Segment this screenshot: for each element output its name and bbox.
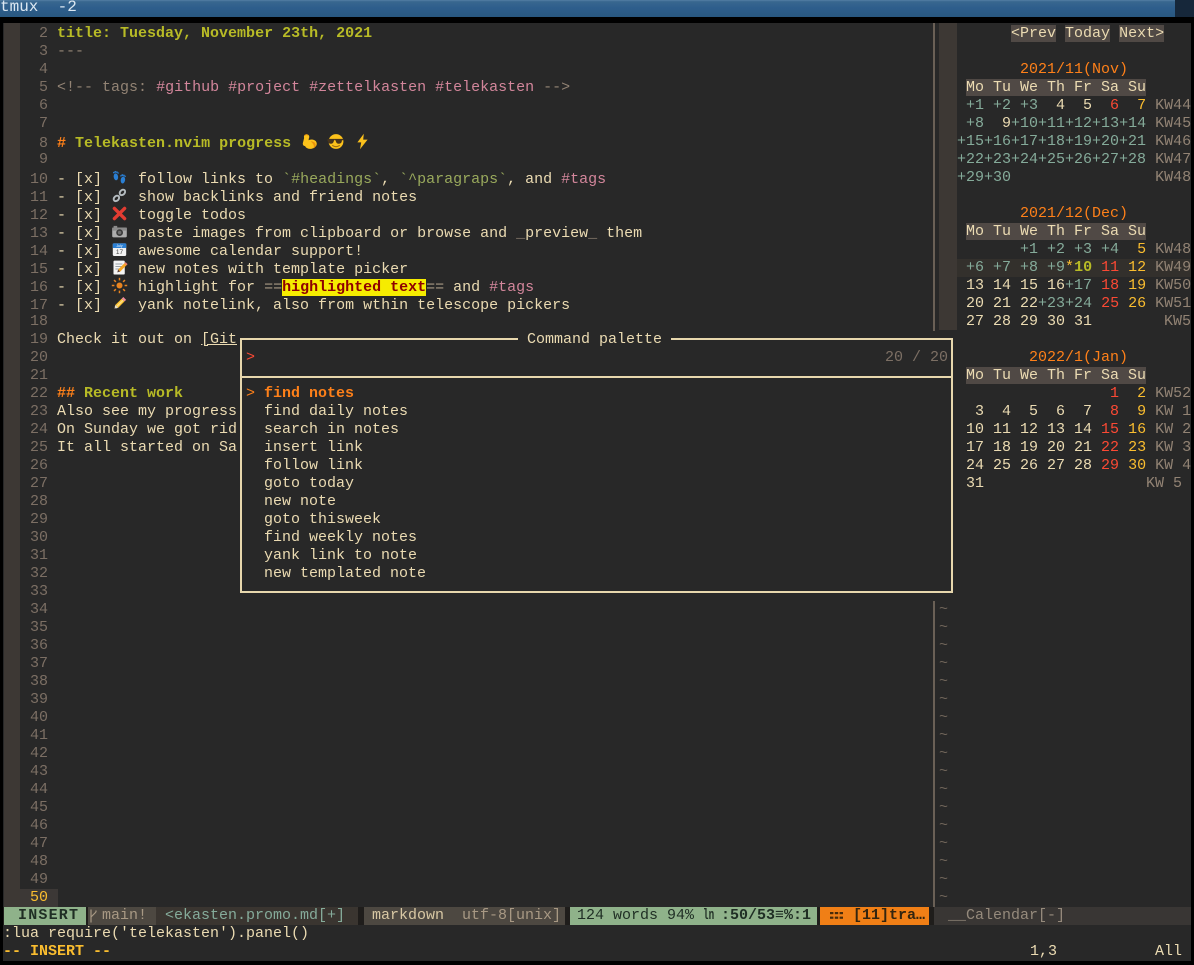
svg-text:17: 17 xyxy=(116,249,124,256)
svg-text:July: July xyxy=(117,244,123,248)
